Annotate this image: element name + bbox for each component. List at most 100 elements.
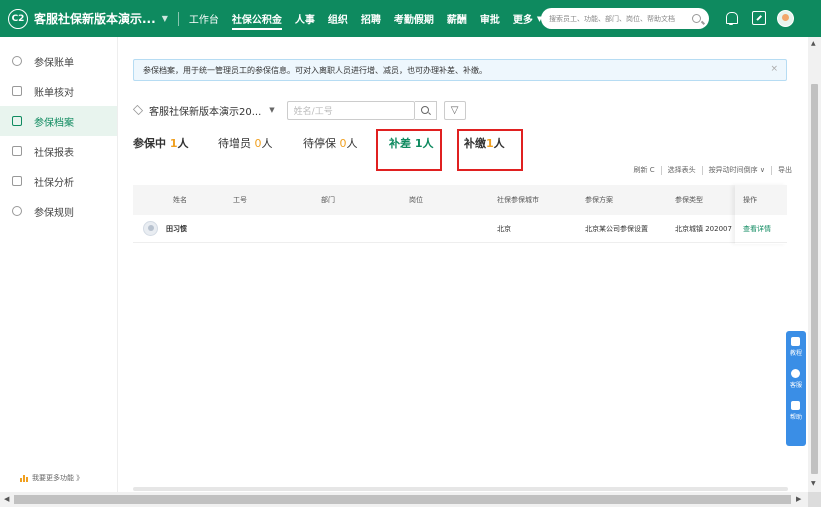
- float-label: 帮助: [789, 414, 802, 421]
- scroll-up-icon[interactable]: ▲: [811, 40, 816, 47]
- tab-count: 1: [169, 137, 178, 150]
- search-icon: [421, 106, 430, 114]
- sort-select[interactable]: 按异动时间倒序 ∨: [709, 165, 765, 175]
- nav-approval[interactable]: 审批: [480, 0, 500, 37]
- vertical-scrollbar[interactable]: ▲ ▼: [808, 37, 821, 492]
- highlight-box-back-payment: [457, 129, 523, 171]
- archive-icon: [12, 116, 22, 126]
- help-button[interactable]: 帮助: [790, 401, 802, 421]
- main-nav: 工作台 社保公积金 人事 组织 招聘 考勤假期 薪酬 审批 更多 ▼: [189, 0, 555, 37]
- table-header: 姓名 工号 部门 岗位 社保参保城市 参保方案 参保类型 操作: [133, 185, 787, 215]
- chevron-down-icon[interactable]: ▼: [162, 14, 168, 23]
- sidebar-item-label: 参保账单: [34, 57, 74, 69]
- table-horizontal-scrollbar[interactable]: [133, 487, 788, 491]
- chevron-down-icon: ▼: [269, 106, 275, 114]
- sidebar-item-reconcile[interactable]: 账单核对: [0, 76, 117, 106]
- close-icon[interactable]: ×: [770, 64, 778, 74]
- edit-icon[interactable]: [752, 11, 766, 25]
- more-features-label: 我要更多功能 》: [32, 474, 84, 482]
- select-columns-button[interactable]: 选择表头: [668, 165, 696, 175]
- divider: [771, 165, 772, 175]
- refresh-button[interactable]: 刷新 C: [634, 165, 655, 175]
- scroll-thumb[interactable]: [811, 84, 818, 474]
- tab-count: 0: [339, 137, 347, 150]
- column-header: 岗位: [409, 196, 423, 204]
- avatar: [143, 221, 158, 236]
- sidebar-item-bill[interactable]: 参保账单: [0, 46, 117, 76]
- filter-button[interactable]: ▽: [443, 100, 466, 120]
- employee-name[interactable]: 田习惯: [166, 224, 187, 234]
- sidebar-item-archive[interactable]: 参保档案: [0, 106, 117, 136]
- column-header: 姓名: [173, 196, 187, 204]
- top-navbar: C2 客服社保新版本演示... ▼ 工作台 社保公积金 人事 组织 招聘 考勤假…: [0, 0, 821, 37]
- tab-count: 0: [254, 137, 262, 150]
- column-header: 社保参保城市: [497, 196, 539, 204]
- sidebar-item-label: 参保规则: [34, 207, 74, 219]
- tab-pending-add[interactable]: 待增员 0人: [218, 135, 273, 151]
- nav-attendance[interactable]: 考勤假期: [394, 0, 434, 37]
- tab-label: 待增员: [218, 137, 251, 150]
- company-logo: C2: [8, 8, 28, 29]
- filter-icon: ▽: [450, 104, 459, 116]
- nav-workbench[interactable]: 工作台: [189, 0, 219, 37]
- scroll-down-icon[interactable]: ▼: [811, 480, 816, 487]
- column-header: 参保方案: [585, 196, 613, 204]
- name-search-input[interactable]: 姓名/工号: [286, 100, 415, 120]
- support-button[interactable]: 客服: [790, 369, 802, 389]
- nav-payroll[interactable]: 薪酬: [447, 0, 467, 37]
- tab-pending-stop[interactable]: 待停保 0人: [303, 135, 358, 151]
- chart-icon: [12, 176, 22, 186]
- support-icon: [791, 369, 801, 378]
- nav-social-security[interactable]: 社保公积金: [231, 0, 282, 37]
- user-avatar[interactable]: [777, 10, 794, 27]
- tutorial-button[interactable]: 教程: [790, 337, 802, 357]
- company-switcher[interactable]: 客服社保新版本演示...: [34, 10, 156, 27]
- archive-table: 姓名 工号 部门 岗位 社保参保城市 参保方案 参保类型 操作 田习惯 北京 北…: [133, 185, 787, 243]
- tutorial-icon: [791, 337, 801, 346]
- insurance-plan: 北京某公司参保设置: [585, 224, 648, 233]
- sidebar-item-label: 账单核对: [34, 87, 74, 99]
- insured-city: 北京: [497, 224, 511, 233]
- sidebar-item-report[interactable]: 社保报表: [0, 136, 117, 166]
- search-icon[interactable]: [692, 14, 701, 23]
- notice-text: 参保档案，用于统一管理员工的参保信息。可对入离职人员进行增、减员，也可办理补差、…: [143, 65, 487, 75]
- table-row[interactable]: 田习惯 北京 北京某公司参保设置 北京城镇 202007 查看详情: [133, 215, 787, 243]
- scroll-right-icon[interactable]: ▶: [796, 495, 801, 503]
- float-label: 教程: [789, 350, 802, 357]
- nav-more-label: 更多: [512, 15, 533, 26]
- global-search-input[interactable]: 搜索员工、功能、部门、岗位、帮助文档: [541, 8, 709, 29]
- bill-icon: [12, 56, 22, 66]
- sidebar-item-label: 社保分析: [34, 177, 74, 189]
- column-header: 工号: [233, 196, 247, 204]
- search-button[interactable]: [414, 100, 437, 120]
- search-placeholder: 搜索员工、功能、部门、岗位、帮助文档: [549, 14, 675, 23]
- nav-organization[interactable]: 组织: [328, 0, 348, 37]
- scroll-thumb[interactable]: [14, 495, 791, 504]
- scroll-left-icon[interactable]: ◀: [4, 495, 9, 503]
- nav-more[interactable]: 更多 ▼: [513, 0, 542, 37]
- layers-icon: [132, 104, 144, 116]
- fixed-column-shadow: [735, 185, 787, 244]
- tab-insured[interactable]: 参保中 1人: [133, 135, 189, 151]
- tab-unit: 人: [177, 137, 189, 150]
- company-select-value: 客服社保新版本演示20...: [149, 106, 262, 118]
- bell-icon[interactable]: [724, 11, 738, 25]
- column-header: 部门: [321, 196, 335, 204]
- sidebar-item-analysis[interactable]: 社保分析: [0, 166, 117, 196]
- sidebar-item-rules[interactable]: 参保规则: [0, 196, 117, 226]
- nav-personnel[interactable]: 人事: [295, 0, 315, 37]
- settings-icon: [12, 206, 22, 216]
- export-button[interactable]: 导出: [778, 165, 792, 175]
- company-select[interactable]: 客服社保新版本演示20... ▼: [149, 103, 275, 118]
- tab-label: 参保中: [133, 137, 166, 150]
- nav-recruitment[interactable]: 招聘: [361, 0, 381, 37]
- divider: [660, 165, 662, 175]
- info-notice: 参保档案，用于统一管理员工的参保信息。可对入离职人员进行增、减员，也可办理补差、…: [133, 59, 787, 81]
- highlight-box-difference: [376, 129, 442, 171]
- tab-unit: 人: [346, 137, 358, 150]
- sidebar: 参保账单 账单核对 参保档案 社保报表 社保分析 参保规则 我要更多功能 》: [0, 37, 118, 507]
- tab-unit: 人: [261, 137, 273, 150]
- horizontal-scrollbar[interactable]: ◀ ▶: [0, 492, 808, 507]
- more-features-link[interactable]: 我要更多功能 》: [20, 473, 83, 483]
- divider: [701, 165, 703, 175]
